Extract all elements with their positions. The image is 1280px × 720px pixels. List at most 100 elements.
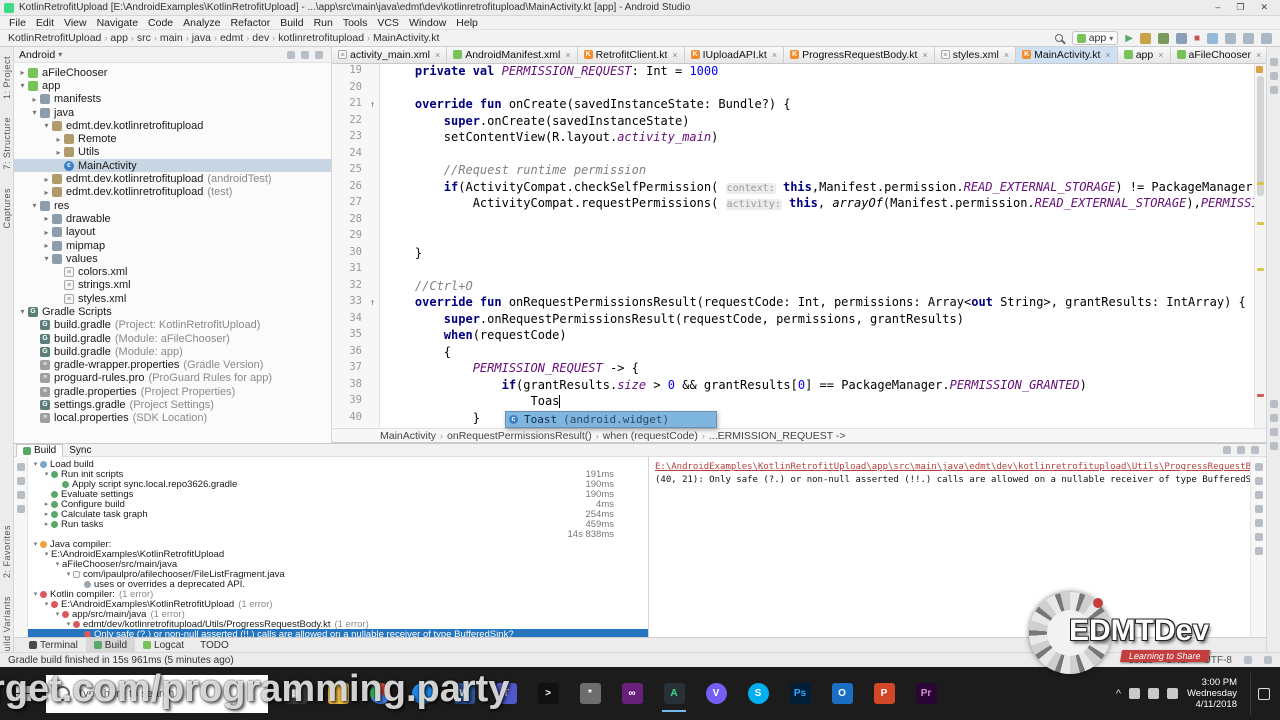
code-line[interactable]: 19 private val PERMISSION_REQUEST: Int =… — [332, 64, 1266, 81]
chevron-down-icon[interactable]: ▾ — [17, 81, 28, 90]
chevron-down-icon[interactable]: ▾ — [31, 590, 40, 598]
tool-tab-terminal[interactable]: Terminal — [21, 638, 86, 653]
build-tree-item[interactable]: ▾ edmt/dev/kotlinretrofitupload/Utils/Pro… — [28, 619, 648, 630]
tab-activity-main-xml[interactable]: ≡ activity_main.xml × — [332, 47, 448, 63]
code-line[interactable]: 37 PERMISSION_REQUEST -> { — [332, 361, 1266, 378]
chevron-down-icon[interactable]: ▾ — [64, 570, 73, 578]
tray-network-icon[interactable] — [1129, 688, 1140, 699]
chevron-down-icon[interactable]: ▾ — [17, 307, 28, 316]
event-log-icon[interactable] — [1269, 400, 1278, 408]
chevron-down-icon[interactable]: ▾ — [53, 560, 62, 568]
close-icon[interactable]: × — [1004, 50, 1009, 60]
code-line[interactable]: 36 { — [332, 344, 1266, 361]
project-tree-item[interactable]: ≡ strings.xml — [14, 279, 331, 292]
menu-edit[interactable]: Edit — [31, 17, 59, 29]
build-tree-item[interactable]: ▾ E:\AndroidExamples\KotlinRetrofitUpload — [28, 549, 648, 560]
hide-icon[interactable] — [1251, 446, 1259, 454]
chevron-down-icon[interactable]: ▾ — [64, 620, 73, 628]
build-tree-item[interactable]: ▾ Run init scripts 191ms — [28, 469, 648, 480]
error-stripe-mark[interactable] — [1257, 394, 1264, 397]
breadcrumb-item[interactable]: KotlinRetrofitUpload — [8, 32, 101, 44]
tool-tab-todo[interactable]: TODO — [192, 638, 237, 653]
expand-all-icon[interactable] — [1254, 491, 1263, 499]
warning-stripe-mark[interactable] — [1257, 182, 1264, 185]
code-line[interactable]: 29 — [332, 229, 1266, 246]
close-icon[interactable]: × — [1256, 50, 1261, 60]
tab-retrofitclient-kt[interactable]: K RetrofitClient.kt × — [577, 47, 685, 63]
lock-icon[interactable] — [1244, 656, 1252, 664]
prev-message-icon[interactable] — [1254, 463, 1263, 471]
code-line[interactable]: 21 ↑ override fun onCreate(savedInstanceS… — [332, 97, 1266, 114]
tray-expand-icon[interactable]: ^ — [1116, 688, 1121, 700]
editor-scrollbar[interactable] — [1254, 64, 1266, 428]
clear-icon[interactable] — [1254, 547, 1263, 555]
code-line[interactable]: 32 //Ctrl+O — [332, 278, 1266, 295]
tab-mainactivity-kt[interactable]: K MainActivity.kt × — [1016, 47, 1118, 63]
code-line[interactable]: 38 if(grantResults.size > 0 && grantResu… — [332, 377, 1266, 394]
collapse-icon[interactable] — [1237, 446, 1245, 454]
code-line[interactable]: 28 — [332, 212, 1266, 229]
tool-tab-captures[interactable]: Captures — [2, 179, 12, 238]
close-icon[interactable]: × — [1158, 50, 1163, 60]
project-tree-item[interactable]: ▾ app — [14, 79, 331, 92]
build-tree-item[interactable]: 14s 838ms — [28, 529, 648, 540]
breadcrumb-item[interactable]: MainActivity.kt — [373, 32, 439, 44]
chevron-right-icon[interactable]: ▸ — [41, 175, 52, 184]
resource-manager-icon[interactable] — [1269, 86, 1278, 94]
close-button[interactable]: ✕ — [1260, 2, 1268, 13]
tab-androidmanifest-xml[interactable]: AndroidManifest.xml × — [447, 47, 578, 63]
project-tree-item[interactable]: c MainActivity — [14, 159, 331, 173]
teams-taskbar-button[interactable]: T — [490, 673, 522, 715]
breadcrumb-item[interactable]: ...ERMISSION_REQUEST -> — [709, 430, 846, 442]
chevron-down-icon[interactable]: ▾ — [31, 460, 40, 468]
build-tree-item[interactable]: ▸ Calculate task graph 254ms — [28, 509, 648, 520]
photoshop-taskbar-button[interactable]: Ps — [784, 673, 816, 715]
tab-build[interactable]: Build — [16, 443, 64, 457]
menu-window[interactable]: Window — [404, 17, 451, 29]
maximize-button[interactable]: ❐ — [1236, 2, 1244, 13]
chevron-right-icon[interactable]: ▸ — [53, 148, 64, 157]
chevron-right-icon[interactable]: ▸ — [41, 241, 52, 250]
zalo-taskbar-button[interactable]: Z — [406, 673, 438, 715]
task-view-taskbar-button[interactable]: ▦ — [280, 673, 312, 715]
code-line[interactable]: 26 if(ActivityCompat.checkSelfPermission… — [332, 179, 1266, 196]
project-tree-item[interactable]: ▸ layout — [14, 226, 331, 239]
chevron-down-icon[interactable]: ▾ — [31, 540, 40, 548]
build-tree-item[interactable]: ▾ Java compiler: — [28, 539, 648, 550]
project-tree-item[interactable]: ▾ values — [14, 252, 331, 265]
breadcrumb-item[interactable]: edmt — [220, 32, 243, 44]
collapse-all-icon[interactable] — [16, 491, 25, 499]
build-tree-item[interactable]: ▾ E:\AndroidExamples\KotlinRetrofitUpload… — [28, 599, 648, 610]
menu-refactor[interactable]: Refactor — [226, 17, 276, 29]
editor[interactable]: 19 private val PERMISSION_REQUEST: Int =… — [332, 64, 1266, 428]
expand-all-icon[interactable] — [16, 477, 25, 485]
caret-position[interactable]: 39:25 — [1129, 655, 1154, 666]
chevron-right-icon[interactable]: ▸ — [41, 188, 52, 197]
warning-stripe-mark[interactable] — [1257, 268, 1264, 271]
tool-tab-logcat[interactable]: Logcat — [135, 638, 192, 653]
menu-view[interactable]: View — [59, 17, 92, 29]
project-tree-item[interactable]: ▾ java — [14, 106, 331, 119]
search-everywhere-button[interactable] — [1261, 32, 1272, 44]
run-button[interactable]: ▶ — [1125, 32, 1133, 45]
breadcrumb-item[interactable]: MainActivity — [380, 430, 436, 442]
code-line[interactable]: 34 super.onRequestPermissionsResult(requ… — [332, 311, 1266, 328]
chevron-down-icon[interactable]: ▾ — [53, 610, 62, 618]
build-tree-item[interactable]: ▸ Run tasks 459ms — [28, 519, 648, 530]
tool-tab-build[interactable]: Build — [85, 637, 136, 653]
word-taskbar-button[interactable]: W — [448, 673, 480, 715]
code-line[interactable]: 23 setContentView(R.layout.activity_main… — [332, 130, 1266, 147]
chevron-down-icon[interactable]: ▾ — [29, 108, 40, 117]
stop-button[interactable]: ■ — [1194, 32, 1200, 45]
encoding-indicator[interactable]: UTF-8 — [1204, 655, 1232, 666]
chevron-right-icon[interactable]: ▸ — [17, 68, 28, 77]
action-center-button[interactable] — [1250, 672, 1276, 715]
tab-sync[interactable]: Sync — [63, 444, 97, 457]
project-tree-item[interactable]: Gbuild.gradle (Module: app) — [14, 345, 331, 358]
tray-volume-icon[interactable] — [1148, 688, 1159, 699]
settings-icon[interactable] — [1223, 446, 1231, 454]
run-configuration-select[interactable]: app ▾ — [1071, 31, 1119, 45]
debug-button[interactable] — [1157, 32, 1169, 44]
file-explorer-taskbar-button[interactable] — [322, 673, 354, 715]
project-tree-item[interactable]: ▾ G Gradle Scripts — [14, 305, 331, 318]
